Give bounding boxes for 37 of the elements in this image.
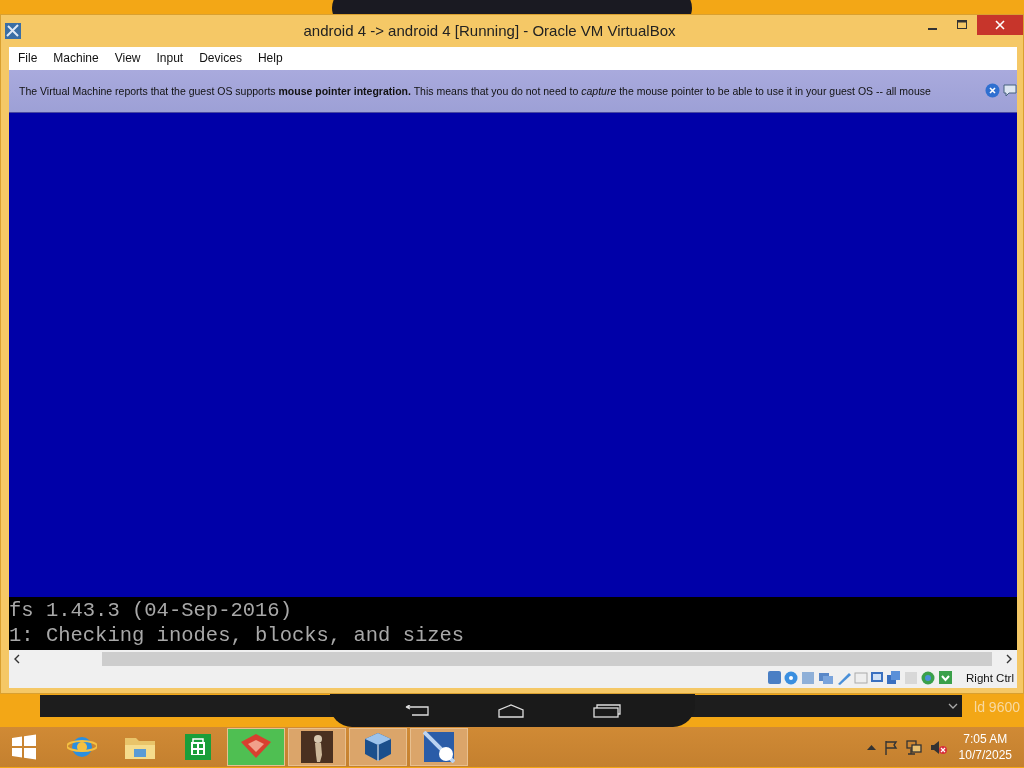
- menu-item[interactable]: View: [105, 50, 148, 65]
- horizontal-scrollbar[interactable]: [9, 650, 1017, 669]
- host-key-label: Right Ctrl: [966, 672, 1014, 685]
- menu-item[interactable]: Help: [248, 50, 290, 65]
- recents-icon[interactable]: [593, 703, 622, 718]
- flag-icon[interactable]: [883, 739, 898, 755]
- dropdown-icon[interactable]: [948, 701, 958, 710]
- window-title: android 4 -> android 4 [Running] - Oracle VM VirtualBox: [302, 22, 677, 40]
- taskbar-button[interactable]: [349, 728, 407, 766]
- tile-icon: [423, 731, 455, 763]
- build-text: ld 9600: [974, 699, 1020, 715]
- message-icon[interactable]: [1003, 83, 1017, 99]
- taskbar-button[interactable]: [410, 728, 468, 766]
- home-icon[interactable]: [497, 703, 526, 718]
- muted-speaker-icon[interactable]: [929, 739, 947, 755]
- show-hidden-icon[interactable]: [866, 744, 876, 750]
- windows-logo-icon: [11, 734, 37, 760]
- app-icon: [4, 21, 22, 40]
- menu-item[interactable]: Input: [147, 50, 191, 65]
- menu-item[interactable]: Devices: [190, 50, 249, 65]
- figure-icon: [301, 731, 333, 763]
- menu-item[interactable]: File: [9, 50, 45, 65]
- scroll-right-icon[interactable]: [1004, 654, 1014, 665]
- notification-text: The Virtual Machine reports that the guest OS supports mouse pointer integration. This means that you do not need to capture the mouse pointer to be able to use it in your guest OS -- all mouse: [19, 84, 932, 97]
- menu-item[interactable]: Machine: [44, 50, 106, 65]
- shopping-bag-icon: [183, 732, 213, 762]
- console-line: 1: Checking inodes, blocks, and sizes: [9, 622, 466, 648]
- maximize-icon: [956, 20, 968, 30]
- minimize-icon: [927, 27, 937, 30]
- close-icon: [995, 20, 1005, 30]
- network-icon[interactable]: [905, 739, 922, 755]
- scroll-left-icon[interactable]: [12, 654, 22, 665]
- console-line: fs 1.43.3 (04-Sep-2016): [9, 597, 293, 623]
- taskbar-button[interactable]: [288, 728, 346, 766]
- cube-icon: [364, 732, 392, 762]
- back-icon[interactable]: [403, 704, 430, 717]
- close-icon[interactable]: [985, 83, 1000, 99]
